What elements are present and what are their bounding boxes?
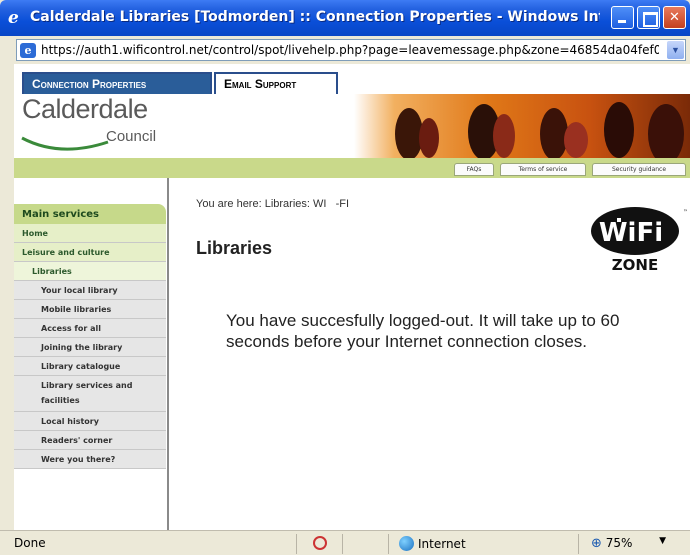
sidebar-heading: Main services — [14, 204, 166, 224]
globe-icon — [399, 536, 414, 551]
address-field[interactable]: e https://auth1.wificontrol.net/control/… — [16, 39, 686, 61]
sidebar-item-services[interactable]: Library services and facilities — [14, 376, 166, 412]
url-text[interactable]: https://auth1.wificontrol.net/control/sp… — [41, 43, 659, 59]
privacy-icon[interactable] — [296, 534, 342, 554]
sidebar-item-leisure[interactable]: Leisure and culture — [14, 243, 166, 262]
zone-label: Internet — [418, 537, 466, 551]
tabs-strip: Connection Properties Email Support — [14, 64, 690, 94]
window-title: Calderdale Libraries [Todmorden] :: Conn… — [30, 9, 600, 25]
sidebar-item-access[interactable]: Access for all — [14, 319, 166, 338]
security-guidance-link[interactable]: Security guidance — [592, 163, 686, 176]
sidebar-item-readers-corner[interactable]: Readers' corner — [14, 431, 166, 450]
logout-message: You have succesfully logged-out. It will… — [226, 311, 620, 351]
sidebar-item-local-library[interactable]: Your local library — [14, 281, 166, 300]
ie-icon: e — [8, 8, 19, 28]
sidebar: Main services Home Leisure and culture L… — [14, 178, 169, 530]
title-bar[interactable]: e Calderdale Libraries [Todmorden] :: Co… — [0, 0, 690, 36]
svg-text:™: ™ — [683, 209, 687, 216]
magnifier-icon: ⊕ — [591, 536, 602, 551]
zoom-control[interactable]: ⊕ 75% ▼ — [578, 534, 686, 554]
minimize-button[interactable] — [611, 6, 634, 29]
faqs-link[interactable]: FAQs — [454, 163, 494, 176]
status-blank-cell — [342, 534, 388, 554]
sidebar-item-were-you-there[interactable]: Were you there? — [14, 450, 166, 469]
sidebar-item-libraries[interactable]: Libraries — [14, 262, 166, 281]
sidebar-item-home[interactable]: Home — [14, 224, 166, 243]
top-links-bar: FAQs Terms of service Security guidance — [14, 158, 690, 178]
logo-swoosh-icon — [21, 136, 109, 151]
wifi-zone-logo: WiFi ™ ZONE — [591, 207, 687, 274]
wifi-logo-zone-text: ZONE — [612, 256, 658, 274]
dancers-photo — [354, 94, 690, 158]
address-bar: e https://auth1.wificontrol.net/control/… — [0, 36, 690, 64]
zoom-dropdown-icon[interactable]: ▼ — [659, 536, 666, 546]
tab-email-support[interactable]: Email Support — [214, 72, 338, 94]
wifi-logo-text: WiFi — [599, 218, 663, 248]
sidebar-item-catalogue[interactable]: Library catalogue — [14, 357, 166, 376]
chevron-down-icon[interactable]: ▼ — [667, 41, 684, 59]
sidebar-item-local-history[interactable]: Local history — [14, 412, 166, 431]
security-zone: Internet — [388, 534, 578, 554]
breadcrumb: You are here: Libraries: WI -FI — [196, 198, 350, 210]
close-button[interactable]: ✕ — [663, 6, 686, 29]
terms-of-service-link[interactable]: Terms of service — [500, 163, 586, 176]
web-page: Connection Properties Email Support Cald… — [14, 64, 690, 530]
sidebar-item-joining[interactable]: Joining the library — [14, 338, 166, 357]
tab-connection-properties[interactable]: Connection Properties — [22, 72, 212, 94]
page-icon: e — [20, 43, 36, 58]
logo-calderdale: Calderdale — [22, 94, 148, 124]
maximize-button[interactable] — [637, 6, 660, 29]
sidebar-menu: Home Leisure and culture Libraries Your … — [14, 224, 166, 469]
status-text: Done — [14, 536, 46, 550]
page-title: Libraries — [196, 238, 273, 258]
browser-window: e Calderdale Libraries [Todmorden] :: Co… — [0, 0, 690, 555]
logo-council: Council — [106, 128, 157, 145]
site-banner: Calderdale Council — [14, 94, 690, 158]
status-bar: Done Internet ⊕ 75% ▼ — [0, 530, 690, 555]
zoom-level: 75% — [605, 536, 633, 550]
sidebar-item-mobile-libraries[interactable]: Mobile libraries — [14, 300, 166, 319]
